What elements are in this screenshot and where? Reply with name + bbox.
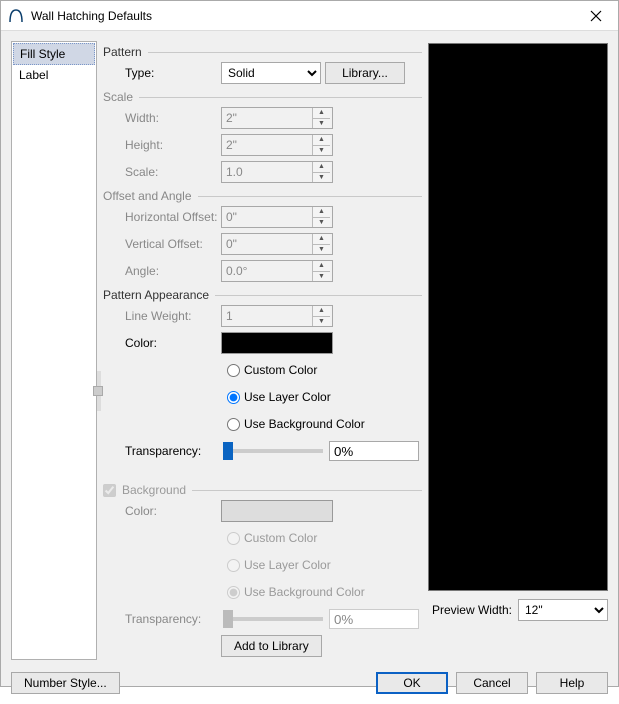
voff-label: Vertical Offset: (103, 237, 221, 251)
number-style-button[interactable]: Number Style... (11, 672, 120, 694)
add-to-library-button[interactable]: Add to Library (221, 635, 322, 657)
radio-use-background-color[interactable]: Use Background Color (221, 413, 365, 435)
hoff-spinner: ▲▼ (221, 206, 333, 228)
width-spinner: ▲▼ (221, 107, 333, 129)
ok-button[interactable]: OK (376, 672, 448, 694)
titlebar: Wall Hatching Defaults (1, 1, 618, 31)
preview-column: Preview Width: 12" (428, 41, 608, 660)
type-label: Type: (103, 66, 221, 80)
close-button[interactable] (574, 1, 618, 31)
preview-width-select[interactable]: 12" (518, 599, 608, 621)
angle-label: Angle: (103, 264, 221, 278)
help-button[interactable]: Help (536, 672, 608, 694)
width-label: Width: (103, 111, 221, 125)
hoff-label: Horizontal Offset: (103, 210, 221, 224)
tab-label[interactable]: Label (13, 65, 95, 85)
footer: Number Style... OK Cancel Help (1, 666, 618, 704)
bg-radio-custom-color: Custom Color (221, 527, 317, 549)
cancel-button[interactable]: Cancel (456, 672, 528, 694)
background-checkbox (103, 484, 116, 497)
color-label: Color: (103, 336, 221, 350)
panel-splitter[interactable] (97, 371, 101, 411)
content-area: Pattern Type: Solid Library... (103, 41, 608, 660)
group-scale: Scale (103, 90, 422, 104)
bg-transparency-input (329, 609, 419, 629)
library-button[interactable]: Library... (325, 62, 405, 84)
radio-custom-color[interactable]: Custom Color (221, 359, 317, 381)
dialog-window: Wall Hatching Defaults Fill Style Label … (0, 0, 619, 687)
bg-transparency-label: Transparency: (103, 612, 221, 626)
preview-pane (428, 43, 608, 591)
bg-radio-use-layer-color: Use Layer Color (221, 554, 331, 576)
lineweight-spinner: ▲▼ (221, 305, 333, 327)
close-icon (590, 10, 602, 22)
radio-use-layer-color[interactable]: Use Layer Color (221, 386, 331, 408)
bg-radio-use-background-color: Use Background Color (221, 581, 365, 603)
transparency-slider[interactable] (223, 449, 323, 453)
color-swatch[interactable] (221, 332, 333, 354)
transparency-input[interactable] (329, 441, 419, 461)
group-offset: Offset and Angle (103, 189, 422, 203)
bg-color-label: Color: (103, 504, 221, 518)
lineweight-label: Line Weight: (103, 309, 221, 323)
group-pattern: Pattern (103, 45, 422, 59)
transparency-label: Transparency: (103, 444, 221, 458)
sidebar: Fill Style Label (11, 41, 97, 660)
scale-label: Scale: (103, 165, 221, 179)
bg-color-swatch (221, 500, 333, 522)
height-spinner: ▲▼ (221, 134, 333, 156)
form-area: Pattern Type: Solid Library... (103, 41, 422, 660)
bg-transparency-slider (223, 617, 323, 621)
type-select[interactable]: Solid (221, 62, 321, 84)
voff-spinner: ▲▼ (221, 233, 333, 255)
angle-spinner: ▲▼ (221, 260, 333, 282)
scale-spinner: ▲▼ (221, 161, 333, 183)
group-appearance: Pattern Appearance (103, 288, 422, 302)
app-icon (9, 8, 25, 24)
preview-width-label: Preview Width: (432, 603, 512, 617)
height-label: Height: (103, 138, 221, 152)
dialog-title: Wall Hatching Defaults (31, 9, 574, 23)
dialog-body: Fill Style Label Pattern Type: (1, 31, 618, 666)
tab-fill-style[interactable]: Fill Style (13, 43, 95, 65)
group-background: Background (103, 483, 422, 497)
